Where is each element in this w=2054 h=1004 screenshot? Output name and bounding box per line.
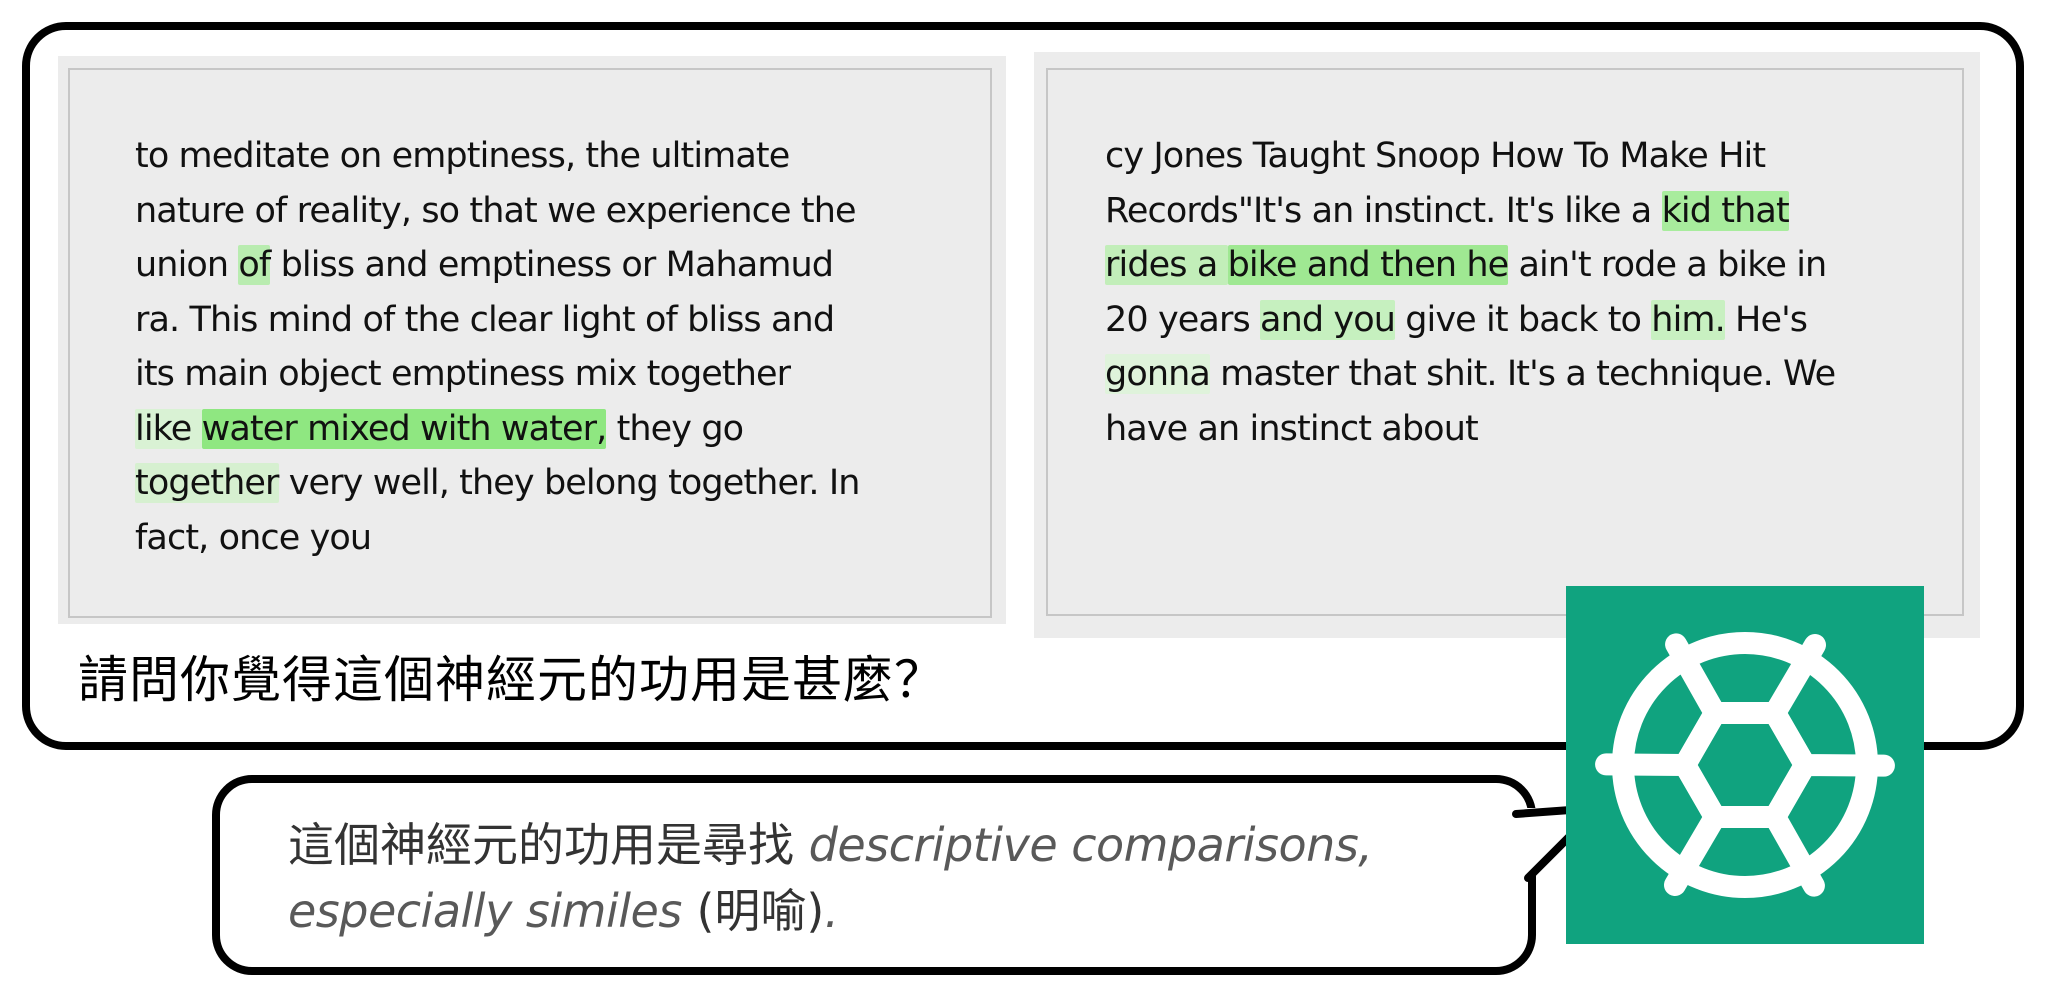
answer-emphasis-1: descriptive comparisons, xyxy=(808,818,1373,872)
highlighted-token: of xyxy=(238,245,271,285)
passage-line: cy Jones Taught Snoop How To Make Hit xyxy=(1105,129,1835,184)
passage-line: together very well, they belong together… xyxy=(135,456,860,511)
passage-line: nature of reality, so that we experience… xyxy=(135,184,860,239)
passage-text: 20 years xyxy=(1105,299,1261,340)
passage-text: nature of reality, so that we experience… xyxy=(135,190,857,231)
left-passage: to meditate on emptiness, the ultimate na… xyxy=(135,129,860,565)
highlighted-token: like xyxy=(135,408,202,449)
highlighted-token: bike and then he xyxy=(1227,245,1509,285)
passage-text: to meditate on emptiness, the ultimate xyxy=(135,136,790,176)
passage-text: He's xyxy=(1724,299,1808,340)
passage-text: very well, they belong together. In xyxy=(278,463,861,503)
highlighted-token: kid that xyxy=(1661,190,1790,231)
answer-text: 這個神經元的功用是尋找 descriptive comparisons, esp… xyxy=(288,812,1373,944)
passage-line: Records"It's an instinct. It's like a ki… xyxy=(1105,184,1835,239)
passage-text: ra. This mind of the clear light of blis… xyxy=(135,299,835,340)
openai-logo-icon xyxy=(1566,586,1924,944)
passage-line: ra. This mind of the clear light of blis… xyxy=(135,293,860,348)
passage-text: fact, once you xyxy=(135,517,372,558)
highlighted-token: water mixed with water, xyxy=(201,408,607,449)
highlighted-token: together xyxy=(135,463,279,503)
passage-text: they go xyxy=(606,408,745,449)
answer-prefix: 這個神經元的功用是尋找 xyxy=(288,818,809,872)
passage-line: like water mixed with water, they go xyxy=(135,402,860,457)
right-passage: cy Jones Taught Snoop How To Make Hit Rec… xyxy=(1105,129,1836,457)
passage-text: master that shit. It's a technique. We xyxy=(1209,354,1836,394)
question-text: 請問你覺得這個神經元的功用是甚麼？ xyxy=(78,651,945,709)
passage-text: ain't rode a bike in xyxy=(1508,245,1827,285)
highlighted-token: and you xyxy=(1260,299,1396,340)
highlighted-token: him. xyxy=(1651,299,1726,340)
passage-line: its main object emptiness mix together xyxy=(135,347,860,402)
passage-text: have an instinct about xyxy=(1105,408,1479,449)
passage-line: union of bliss and emptiness or Mahamud xyxy=(135,238,860,293)
passage-line: to meditate on emptiness, the ultimate xyxy=(135,129,860,184)
passage-text: bliss and emptiness or Mahamud xyxy=(270,245,834,285)
passage-line: 20 years and you give it back to him. He… xyxy=(1105,293,1835,348)
passage-line: gonna master that shit. It's a technique… xyxy=(1105,347,1836,402)
passage-text: cy Jones Taught Snoop How To Make Hit xyxy=(1105,136,1766,176)
answer-emphasis-2: especially similes xyxy=(288,884,682,938)
passage-text: union xyxy=(135,245,239,285)
passage-line: fact, once you xyxy=(135,511,860,566)
passage-text: give it back to xyxy=(1395,299,1652,340)
highlighted-token: gonna xyxy=(1105,354,1211,394)
answer-period: . xyxy=(824,884,839,938)
passage-line: rides a bike and then he ain't rode a bi… xyxy=(1105,238,1835,293)
passage-line: have an instinct about xyxy=(1105,402,1835,457)
answer-suffix: (明喻) xyxy=(681,884,825,938)
passage-text: its main object emptiness mix together xyxy=(135,354,791,394)
passage-text: Records"It's an instinct. It's like a xyxy=(1105,190,1662,231)
highlighted-token: rides a xyxy=(1105,245,1228,285)
